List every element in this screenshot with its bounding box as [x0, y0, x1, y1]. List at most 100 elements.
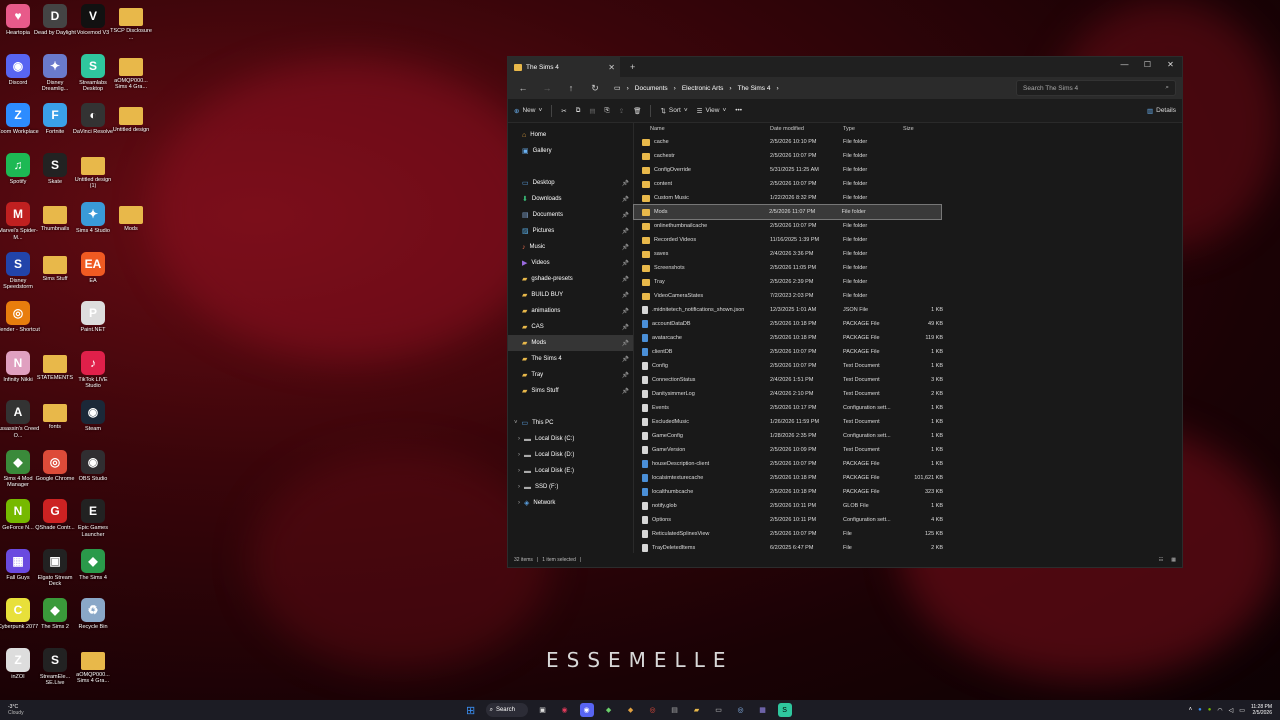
chevron-down-icon[interactable]: ˅: [514, 420, 518, 426]
chevron-right-icon[interactable]: ›: [518, 452, 520, 458]
nav-item-pictures[interactable]: ▨ Pictures 📌: [508, 223, 633, 239]
details-button[interactable]: ▥ Details: [1147, 107, 1176, 115]
desktop-icon-recycle-bin[interactable]: ♻ Recycle Bin: [74, 598, 112, 646]
desktop-icon-geforce-n[interactable]: N GeForce N...: [0, 499, 37, 547]
desktop-icon-obs-studio[interactable]: ◉ OBS Studio: [74, 449, 112, 498]
desktop-icon-disney-dreamlig[interactable]: ✦ Disney Dreamlig...: [36, 53, 74, 102]
start-icon[interactable]: ⊞: [464, 703, 478, 717]
nav-item-local-disk-d[interactable]: › ▬ Local Disk (D:): [508, 447, 633, 463]
share-button[interactable]: ⇪: [619, 107, 624, 115]
file-row-mods[interactable]: Mods 2/5/2026 11:07 PM File folder: [633, 204, 942, 220]
nav-item-home[interactable]: ⌂ Home: [508, 127, 633, 143]
desktop-icon-statements[interactable]: STATEMENTS: [36, 351, 74, 399]
maximize-button[interactable]: ☐: [1136, 57, 1159, 71]
nav-item-sims-stuff[interactable]: ▰ Sims Stuff 📌: [508, 383, 633, 399]
desktop-icon-ea[interactable]: EA EA: [74, 251, 112, 300]
terminal-icon[interactable]: ▭: [712, 703, 726, 717]
streamlabs-icon[interactable]: S: [777, 703, 792, 717]
nav-item-tray[interactable]: ▰ Tray 📌: [508, 367, 633, 383]
file-row-config[interactable]: Config 2/5/2026 10:07 PM Text Document 1 KB: [634, 359, 1182, 373]
file-row-events[interactable]: Events 2/5/2026 10:17 PM Configuration set…: [634, 401, 1182, 415]
desktop-icon-streamlabs-desktop[interactable]: S Streamlabs Desktop: [74, 53, 112, 102]
nav-item-local-disk-c[interactable]: › ▬ Local Disk (C:): [508, 431, 633, 447]
nav-item-mods[interactable]: ▰ Mods 📌: [508, 335, 633, 351]
chevron-right-icon[interactable]: ›: [518, 436, 520, 442]
close-window-button[interactable]: ✕: [1159, 57, 1182, 71]
nav-item-desktop[interactable]: ▭ Desktop 📌: [508, 175, 633, 191]
nav-item-music[interactable]: ♪ Music 📌: [508, 239, 633, 255]
volume-icon[interactable]: ◁: [1229, 707, 1234, 714]
sort-button[interactable]: ⇅ Sort ˅: [660, 107, 687, 115]
paste-button[interactable]: ▤: [589, 107, 595, 115]
column-date-modified[interactable]: Date modified: [770, 126, 843, 132]
file-row-connectionstatus[interactable]: ConnectionStatus 2/4/2026 1:51 PM Text Doc…: [634, 373, 1182, 387]
file-row-excludedmusic[interactable]: ExcludedMusic 1/26/2026 11:59 PM Text Docu…: [634, 415, 1182, 429]
column-name[interactable]: Name: [642, 126, 770, 132]
media-app-icon[interactable]: ◉: [558, 703, 572, 717]
desktop-icon-streamele-se-live[interactable]: S StreamEle... SE.Live: [36, 647, 74, 696]
desktop-icon-davinci-resolve[interactable]: ◐ DaVinci Resolve: [73, 103, 113, 151]
nav-item-gshade-presets[interactable]: ▰ gshade-presets 📌: [508, 271, 633, 287]
column-size[interactable]: Size: [903, 126, 943, 132]
file-row-tray[interactable]: Tray 2/5/2026 2:39 PM File folder: [634, 275, 1182, 289]
grid-app-icon[interactable]: ▦: [756, 703, 770, 717]
file-row-notify-glob[interactable]: notify.glob 2/5/2026 10:11 PM GLOB File 1 K…: [634, 499, 1182, 513]
nav-item-local-disk-e[interactable]: › ▬ Local Disk (E:): [508, 463, 633, 479]
search-input[interactable]: Search The Sims 4 ⌕: [1016, 80, 1176, 96]
nav-item-gallery[interactable]: ▣ Gallery: [508, 143, 633, 159]
search-box[interactable]: ⌕ Search: [485, 703, 528, 717]
desktop-icon-fonts[interactable]: fonts: [36, 400, 74, 448]
desktop-icon-epic-games-launcher[interactable]: E Epic Games Launcher: [74, 499, 112, 547]
discord-icon[interactable]: ◉: [579, 703, 594, 717]
desktop-icon-steam[interactable]: ◉ Steam: [74, 400, 112, 448]
desktop-icon-cyberpunk-2077[interactable]: C Cyberpunk 2077: [0, 598, 38, 646]
file-row-screenshots[interactable]: Screenshots 2/5/2026 11:05 PM File folder: [634, 261, 1182, 275]
sims-icon[interactable]: ◆: [602, 703, 616, 717]
tab-the-sims-4[interactable]: The Sims 4 ✕: [508, 57, 620, 77]
desktop-icon-assassin-s-creed-o[interactable]: A Assassin's Creed O...: [0, 400, 39, 448]
new-button[interactable]: ⊕ New ˅: [514, 107, 542, 115]
desktop-icon-paint-net[interactable]: P Paint.NET: [74, 301, 112, 349]
nav-item-animations[interactable]: ▰ animations 📌: [508, 303, 633, 319]
desktop-icon-voicemod-v3[interactable]: V Voicemod V3: [74, 4, 112, 52]
desktop-icon-sims-4-studio[interactable]: ✦ Sims 4 Studio: [74, 202, 112, 250]
browser-icon[interactable]: ◎: [734, 703, 748, 717]
tray-app-icon[interactable]: ●: [1208, 707, 1212, 713]
delete-button[interactable]: 🗑: [633, 107, 641, 115]
desktop-icon-google-chrome[interactable]: ◎ Google Chrome: [36, 449, 74, 498]
file-row-avatarcache[interactable]: avatarcache 2/5/2026 10:18 PM PACKAGE File…: [634, 331, 1182, 345]
file-row-danitysimmerlog[interactable]: DanitysimmerLog 2/4/2026 2:10 PM Text Docu…: [634, 387, 1182, 401]
clock[interactable]: 11:28 PM 2/5/2026: [1251, 704, 1272, 716]
file-row-cache[interactable]: cache 2/5/2026 10:10 PM File folder: [634, 135, 1182, 149]
desktop-icon-untitled-design-1[interactable]: Untitled design (1): [74, 153, 112, 201]
nav-item-videos[interactable]: ▶ Videos 📌: [508, 255, 633, 271]
chevron-right-icon[interactable]: ›: [518, 500, 520, 506]
battery-icon[interactable]: ▭: [1239, 707, 1245, 714]
file-explorer-icon[interactable]: ▰: [690, 703, 704, 717]
file-row-gameconfig[interactable]: GameConfig 1/28/2026 2:35 PM Configuration…: [634, 429, 1182, 443]
desktop-icon-fortnite[interactable]: F Fortnite: [36, 103, 74, 151]
file-row-clientdb[interactable]: clientDB 2/5/2026 10:07 PM PACKAGE File 1 K…: [634, 345, 1182, 359]
desktop-icon-fall-guys[interactable]: ▦ Fall Guys: [0, 548, 37, 597]
breadcrumb-electronic-arts[interactable]: Electronic Arts: [682, 85, 724, 92]
copy-button[interactable]: ⧉: [576, 107, 581, 115]
chevron-right-icon[interactable]: ›: [518, 468, 520, 474]
close-tab-icon[interactable]: ✕: [608, 63, 615, 72]
breadcrumb-the-sims-4[interactable]: The Sims 4: [738, 85, 771, 92]
chevron-up-icon[interactable]: ˄: [1189, 707, 1193, 713]
desktop-icon-qshade-contr[interactable]: G QShade Contr...: [35, 499, 75, 547]
up-button[interactable]: ↑: [562, 83, 580, 93]
weather-widget[interactable]: -3°C Cloudy: [8, 704, 24, 716]
file-row-content[interactable]: content 2/5/2026 10:07 PM File folder: [634, 177, 1182, 191]
desktop-icon-mods[interactable]: Mods: [112, 202, 150, 250]
file-row-gameversion[interactable]: GameVersion 2/5/2026 10:09 PM Text Documen…: [634, 443, 1182, 457]
minimize-button[interactable]: —: [1113, 57, 1136, 71]
file-row-recorded-videos[interactable]: Recorded Videos 11/16/2025 1:39 PM File fo…: [634, 233, 1182, 247]
file-row-videocamerastates[interactable]: VideoCameraStates 7/2/2023 2:03 PM File fo…: [634, 289, 1182, 303]
desktop-icon-infinity-nikki[interactable]: N Infinity Nikki: [0, 350, 37, 399]
wifi-icon[interactable]: ◠: [1217, 707, 1222, 714]
desktop-icon-zoom-workplace[interactable]: Z Zoom Workplace: [0, 103, 39, 151]
desktop-icon-aomqp000-sims-4-gra[interactable]: aOMQP000... Sims 4 Gra...: [112, 54, 150, 102]
chevron-right-icon[interactable]: ›: [518, 484, 520, 490]
file-row-options[interactable]: Options 2/5/2026 10:11 PM Configuration se…: [634, 513, 1182, 527]
